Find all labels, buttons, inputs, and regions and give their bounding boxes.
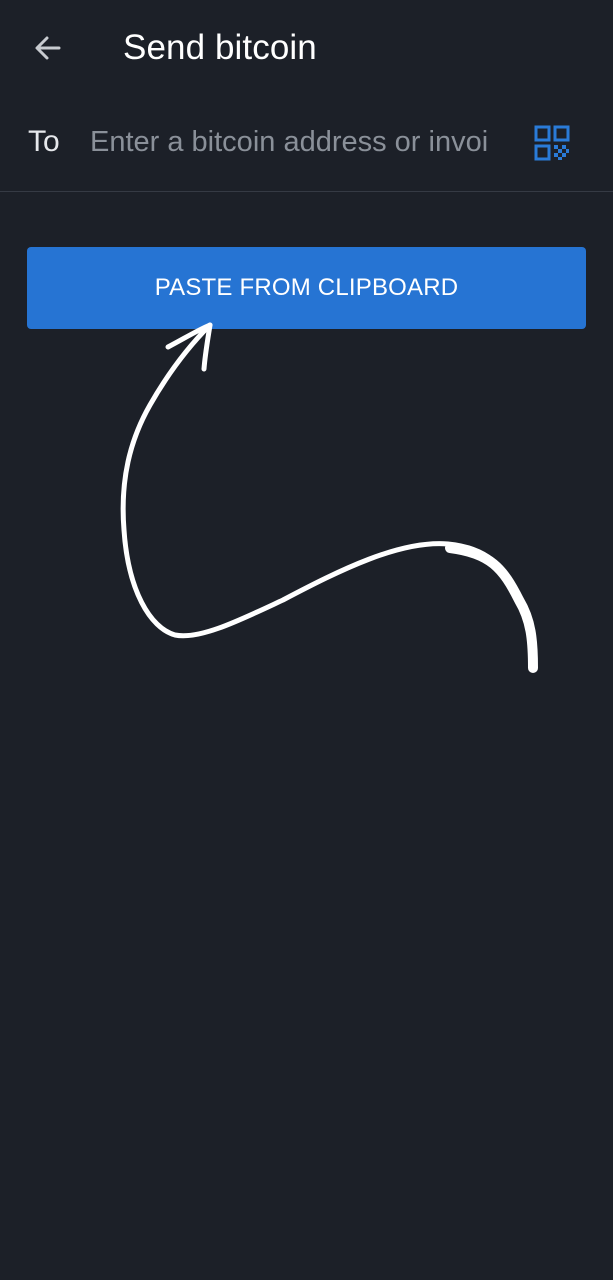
scan-qr-button[interactable]	[530, 121, 574, 165]
paste-from-clipboard-button[interactable]: PASTE FROM CLIPBOARD	[27, 247, 586, 329]
recipient-row: To	[0, 96, 613, 191]
hand-drawn-arrow-annotation	[120, 322, 538, 673]
back-button[interactable]	[22, 26, 74, 70]
page-title: Send bitcoin	[123, 28, 317, 67]
qr-code-icon	[534, 125, 570, 161]
app-bar: Send bitcoin	[0, 0, 613, 96]
arrow-left-icon	[35, 36, 61, 60]
divider	[0, 191, 613, 192]
to-label: To	[28, 125, 60, 158]
bitcoin-address-input[interactable]	[90, 120, 506, 164]
